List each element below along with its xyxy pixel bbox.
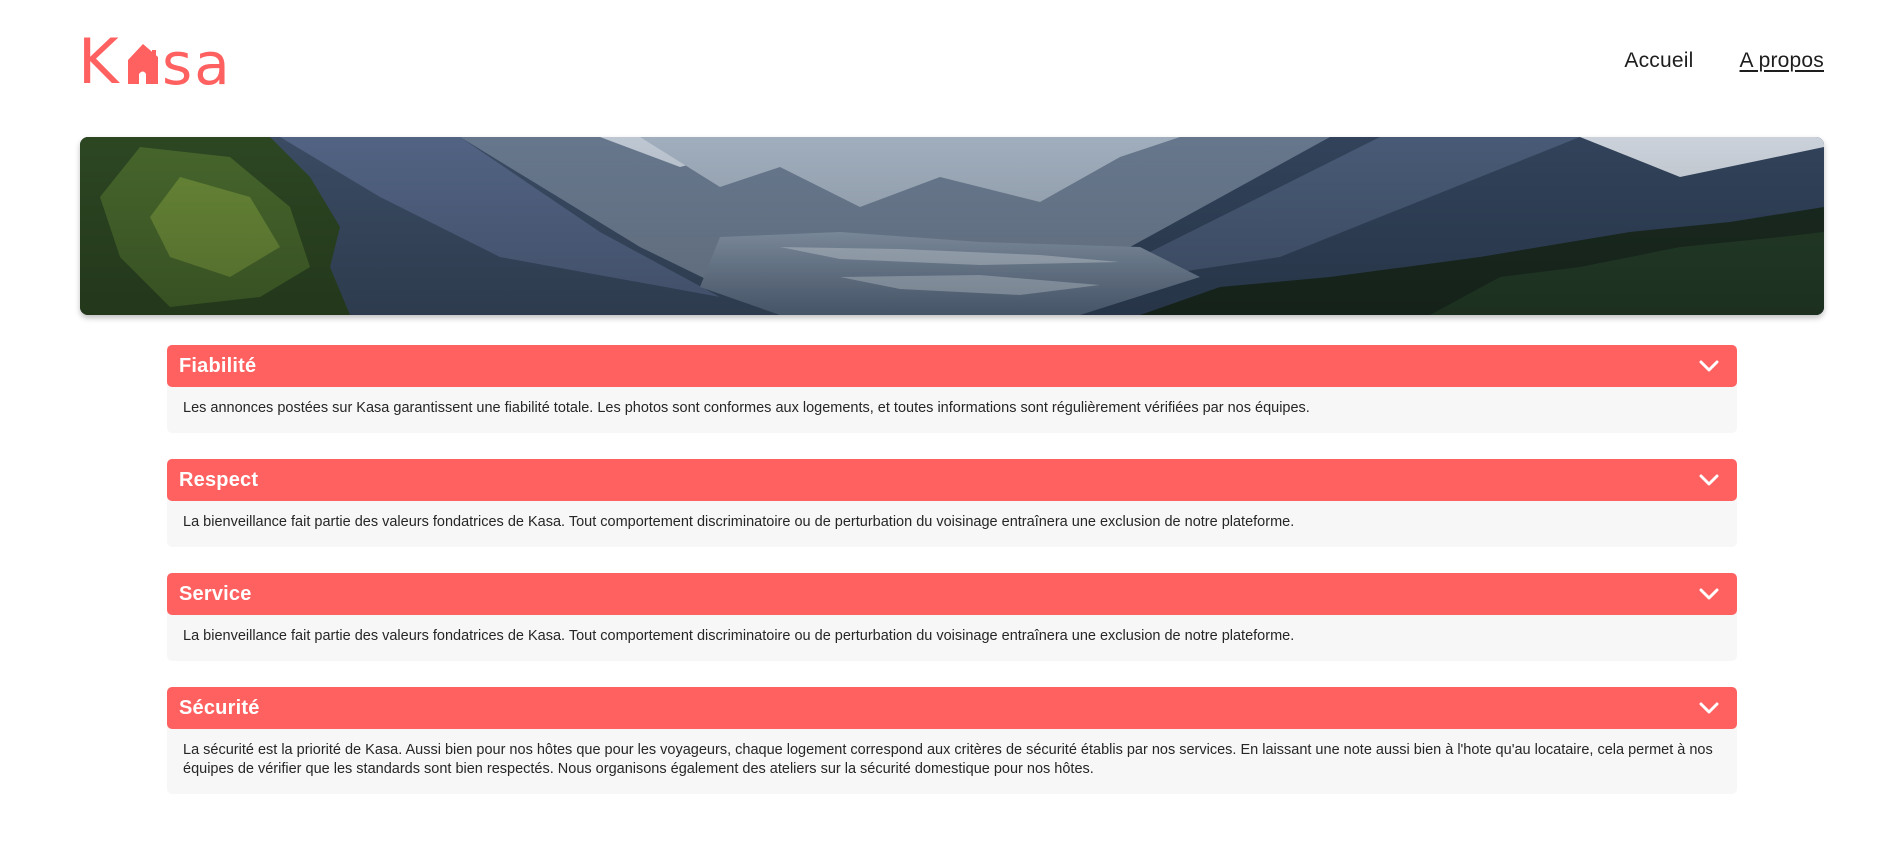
kasa-logo-mark: K sa [80, 30, 232, 90]
collapse-content: La sécurité est la priorité de Kasa. Aus… [167, 724, 1737, 794]
chevron-down-icon[interactable] [1699, 702, 1719, 714]
main-nav: Accueil A propos [1624, 47, 1824, 73]
chevron-down-icon[interactable] [1699, 360, 1719, 372]
collapse-respect: Respect La bienveillance fait partie des… [167, 459, 1737, 547]
collapse-header-fiabilite[interactable]: Fiabilité [167, 345, 1737, 387]
collapse-title: Respect [179, 468, 259, 491]
nav-link-accueil[interactable]: Accueil [1624, 49, 1693, 73]
logo-letters-sa: sa [162, 30, 232, 90]
about-page: K sa Accueil A propos Fiabilité Les anno… [0, 0, 1901, 846]
collapse-content: Les annonces postées sur Kasa garantisse… [167, 382, 1737, 433]
collapse-content: La bienveillance fait partie des valeurs… [167, 496, 1737, 547]
chevron-down-icon[interactable] [1699, 588, 1719, 600]
banner-image [80, 137, 1824, 315]
collapse-title: Service [179, 582, 252, 605]
collapse-header-service[interactable]: Service [167, 573, 1737, 615]
logo-letter-k: K [80, 30, 120, 90]
nav-link-a-propos[interactable]: A propos [1740, 49, 1825, 73]
chevron-down-icon[interactable] [1699, 474, 1719, 486]
collapse-securite: Sécurité La sécurité est la priorité de … [167, 687, 1737, 794]
collapse-header-securite[interactable]: Sécurité [167, 687, 1737, 729]
collapse-title: Sécurité [179, 696, 260, 719]
values-collapse-list: Fiabilité Les annonces postées sur Kasa … [167, 345, 1737, 820]
kasa-logo[interactable]: K sa [80, 30, 252, 90]
site-header: K sa Accueil A propos [80, 0, 1824, 120]
collapse-title: Fiabilité [179, 354, 257, 377]
collapse-header-respect[interactable]: Respect [167, 459, 1737, 501]
collapse-service: Service La bienveillance fait partie des… [167, 573, 1737, 661]
mountain-landscape-image [80, 137, 1824, 315]
collapse-content: La bienveillance fait partie des valeurs… [167, 610, 1737, 661]
collapse-fiabilite: Fiabilité Les annonces postées sur Kasa … [167, 345, 1737, 433]
